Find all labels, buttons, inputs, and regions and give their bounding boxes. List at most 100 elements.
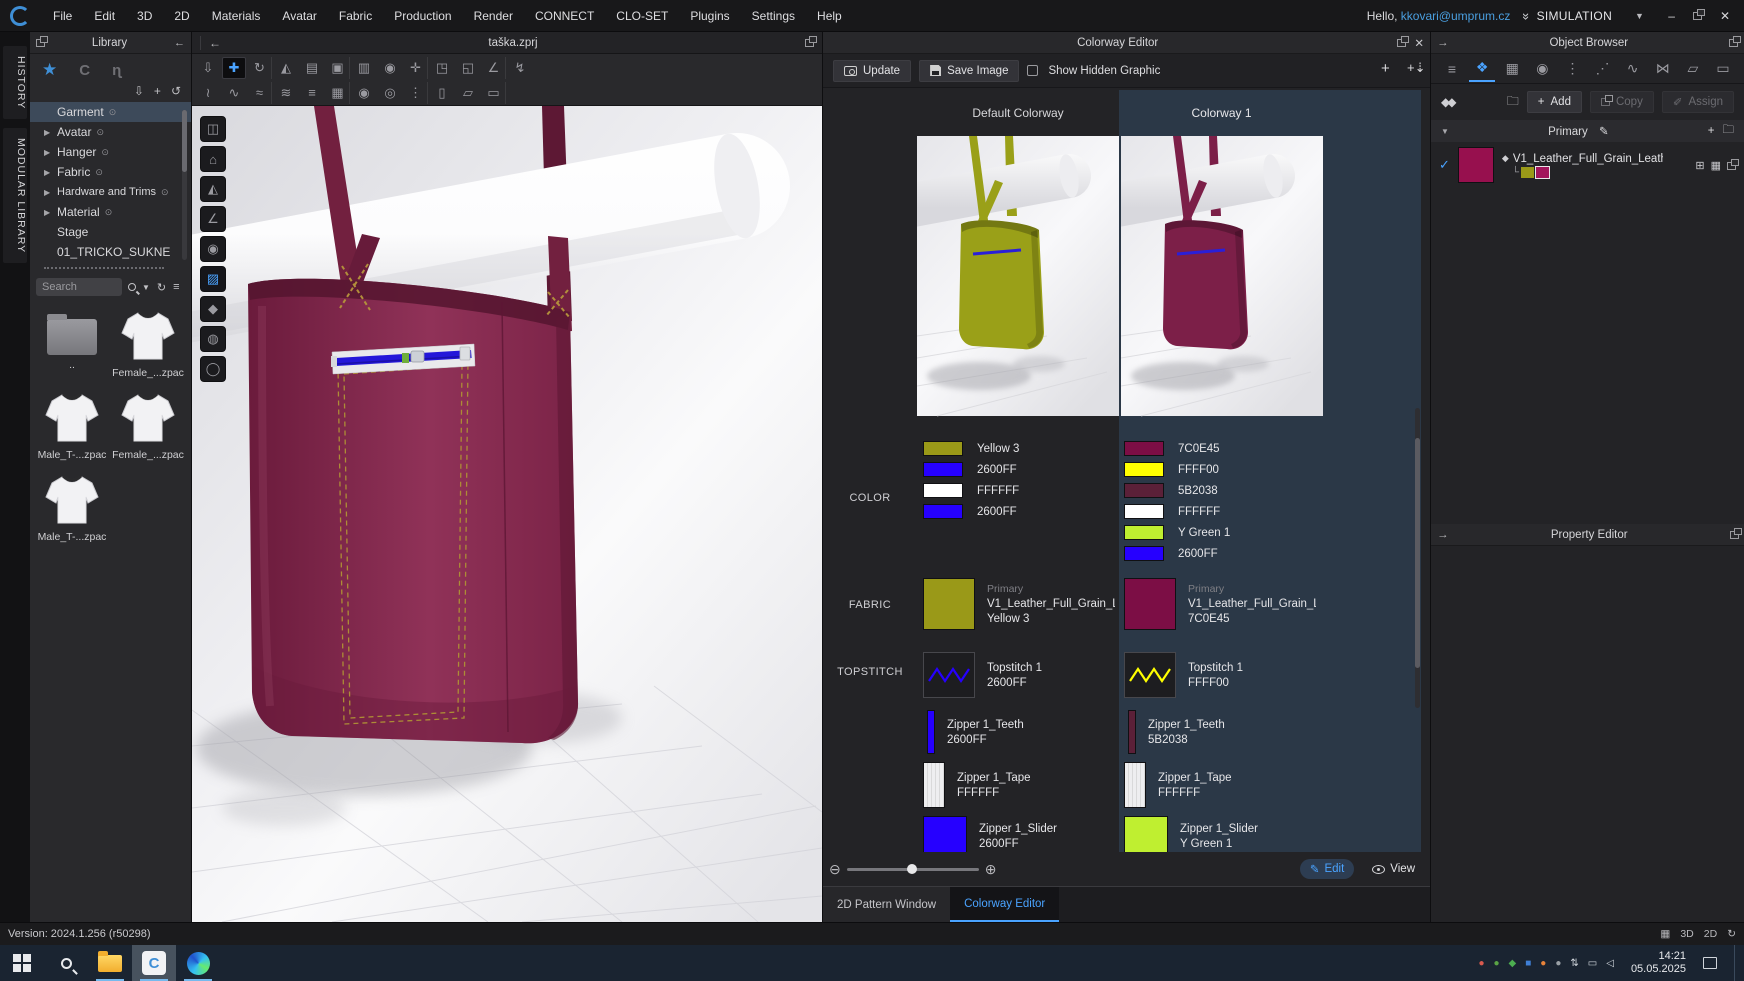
menu-item-plugins[interactable]: Plugins [679, 0, 740, 32]
color-row[interactable]: FFFFFF [1124, 501, 1220, 522]
library-folder-up[interactable]: .. [34, 307, 110, 379]
copy-fabric-button[interactable]: Copy [1590, 91, 1654, 113]
item-add-icon[interactable]: ⊞ [1695, 159, 1704, 172]
badge-3d[interactable]: 3D [1680, 928, 1693, 940]
tab-default-colorway[interactable]: Default Colorway [917, 90, 1119, 135]
select-move-tool-icon[interactable]: ✚ [222, 57, 246, 79]
buttonhole-tool-icon[interactable]: ◎ [378, 82, 402, 104]
tray-icon-red[interactable]: ● [1478, 958, 1484, 969]
clo-library-tab-icon[interactable]: C [79, 62, 90, 79]
tray-network-icon[interactable]: ⇅ [1570, 958, 1578, 969]
zipper-slider-swatch[interactable] [923, 816, 967, 856]
colorway-drops-icon[interactable]: ◆◆ [1441, 95, 1453, 109]
property-editor-dock-icon[interactable] [1730, 531, 1739, 539]
color-row[interactable]: 2600FF [1124, 543, 1218, 564]
pleat-tool-icon[interactable]: ≡ [300, 82, 324, 104]
puckering-tab-icon[interactable]: ⋈ [1650, 56, 1676, 82]
taskbar-search-button[interactable] [44, 945, 88, 981]
add-colorway-import-button[interactable]: +⇣ [1407, 60, 1425, 76]
tray-shield-icon[interactable]: ◆ [1509, 958, 1517, 969]
tree-item-avatar[interactable]: ▶Avatar⊙ [30, 122, 191, 142]
menu-item-settings[interactable]: Settings [741, 0, 806, 32]
update-button[interactable]: Update [833, 60, 911, 82]
menu-item-materials[interactable]: Materials [201, 0, 272, 32]
selected-check-icon[interactable]: ✓ [1439, 157, 1450, 173]
search-filter-caret-icon[interactable]: ▼ [142, 283, 150, 292]
colorway-dock-icon[interactable] [1397, 39, 1406, 47]
section-folder-icon[interactable]: 🗀 [1723, 122, 1735, 141]
menu-item-2d[interactable]: 2D [163, 0, 200, 32]
library-download-icon[interactable]: ⇩ [134, 84, 144, 98]
transparency-tab-icon[interactable]: ▦ [1499, 56, 1525, 82]
library-dock-icon[interactable] [36, 39, 45, 47]
colorway-scrollbar[interactable] [1415, 408, 1420, 708]
default-colorway-preview[interactable] [917, 135, 1119, 417]
expand-arrow-icon[interactable]: ▶ [44, 168, 52, 177]
color-swatch[interactable] [923, 504, 963, 519]
object-browser-expand-icon[interactable]: → [1437, 37, 1449, 49]
badge-2d[interactable]: 2D [1704, 928, 1717, 940]
menu-item-3d[interactable]: 3D [126, 0, 163, 32]
item-card-icon[interactable] [1727, 162, 1736, 170]
colorway-1-preview[interactable] [1121, 135, 1323, 417]
zipper-teeth-row[interactable]: Zipper 1_Teeth5B2038 [1128, 710, 1225, 754]
zipper-slider-row[interactable]: Zipper 1_SliderY Green 1 [1124, 816, 1258, 856]
expand-arrow-icon[interactable]: ▶ [44, 208, 52, 217]
tack-tool-icon[interactable]: ≋ [274, 82, 298, 104]
zipper-tape-row[interactable]: Zipper 1_TapeFFFFFF [923, 762, 1031, 808]
sewing-machine-tool-icon[interactable]: ▤ [300, 57, 324, 79]
tray-icon-green[interactable]: ● [1494, 958, 1500, 969]
add-colorway-button[interactable]: + [1381, 60, 1390, 77]
favorites-star-icon[interactable]: ★ [42, 60, 57, 80]
fold-arrangement-tool-icon[interactable]: ≈ [248, 82, 272, 104]
measure-tab-icon[interactable]: ▭ [1710, 56, 1736, 82]
scene-3d-render[interactable] [192, 106, 822, 922]
modular-library-vertical-tab[interactable]: MODULAR LIBRARY [3, 128, 27, 263]
add-fabric-button[interactable]: +Add [1527, 91, 1582, 113]
show-desktop-strip[interactable] [1734, 945, 1738, 981]
color-row[interactable]: 2600FF [923, 459, 1017, 480]
scene-list-tab-icon[interactable]: ≡ [1439, 56, 1465, 82]
tray-icon-blue[interactable]: ■ [1525, 958, 1531, 969]
tree-item-hardware-and-trims[interactable]: ▶Hardware and Trims⊙ [30, 182, 191, 202]
menu-item-help[interactable]: Help [806, 0, 853, 32]
zipper-teeth-swatch[interactable] [1128, 710, 1136, 754]
color-swatch[interactable] [1124, 441, 1164, 456]
simulate-garment-tool-icon[interactable]: ◭ [274, 57, 298, 79]
simulation-mode-selector[interactable]: » SIMULATION ▼ [1524, 8, 1644, 23]
menu-item-clo-set[interactable]: CLO-SET [605, 0, 679, 32]
zipper-slider-row[interactable]: Zipper 1_Slider2600FF [923, 816, 1057, 856]
fabric-tab-icon[interactable]: ❖ [1469, 56, 1495, 82]
project-tab[interactable]: taška.zprj [221, 37, 805, 49]
viewport-dock-icon[interactable] [805, 39, 814, 47]
tab-2d-pattern-window[interactable]: 2D Pattern Window [823, 887, 950, 922]
garment-display-icon[interactable]: ◭ [200, 176, 226, 202]
minimize-button[interactable]: – [1668, 9, 1675, 23]
menu-item-file[interactable]: File [42, 0, 83, 32]
measure-tool-icon[interactable]: ∠ [482, 57, 506, 79]
viewport-back-icon[interactable]: ← [200, 36, 221, 50]
sewing-tab-icon[interactable]: ⋰ [1590, 56, 1616, 82]
zoom-slider-handle[interactable] [907, 864, 917, 874]
colorway-close-icon[interactable]: ✕ [1414, 36, 1424, 50]
texture-paint-icon[interactable]: ◆ [200, 296, 226, 322]
library-search-input[interactable] [36, 278, 122, 296]
collapse-arrow-icon[interactable]: ▼ [1441, 127, 1449, 136]
zipper-teeth-row[interactable]: Zipper 1_Teeth2600FF [927, 710, 1024, 754]
tree-item-01-tricko-sukne[interactable]: 01_TRICKO_SUKNE [30, 242, 191, 262]
add-folder-icon[interactable]: 🗀 [1507, 92, 1519, 113]
tree-item-clipped[interactable] [44, 262, 164, 269]
menu-item-fabric[interactable]: Fabric [328, 0, 383, 32]
walk-avatar-tool-icon[interactable]: ≀ [196, 82, 220, 104]
panes-layout-icon[interactable]: ▦ [1660, 928, 1670, 940]
pin-tool-icon[interactable]: ✛ [404, 57, 428, 79]
fabric-row[interactable]: PrimaryV1_Leather_Full_Grain_LeatherYell… [923, 578, 1115, 630]
tray-icon-gray[interactable]: ● [1555, 958, 1561, 969]
colorway-sub-swatch-2[interactable] [1536, 167, 1549, 178]
button-tab-icon[interactable]: ◉ [1529, 56, 1555, 82]
search-icon[interactable] [128, 283, 136, 291]
tree-item-stage[interactable]: Stage [30, 222, 191, 242]
trim-tab-icon[interactable]: ▱ [1680, 56, 1706, 82]
environment-display-icon[interactable]: ◯ [200, 356, 226, 382]
color-swatch[interactable] [1124, 525, 1164, 540]
